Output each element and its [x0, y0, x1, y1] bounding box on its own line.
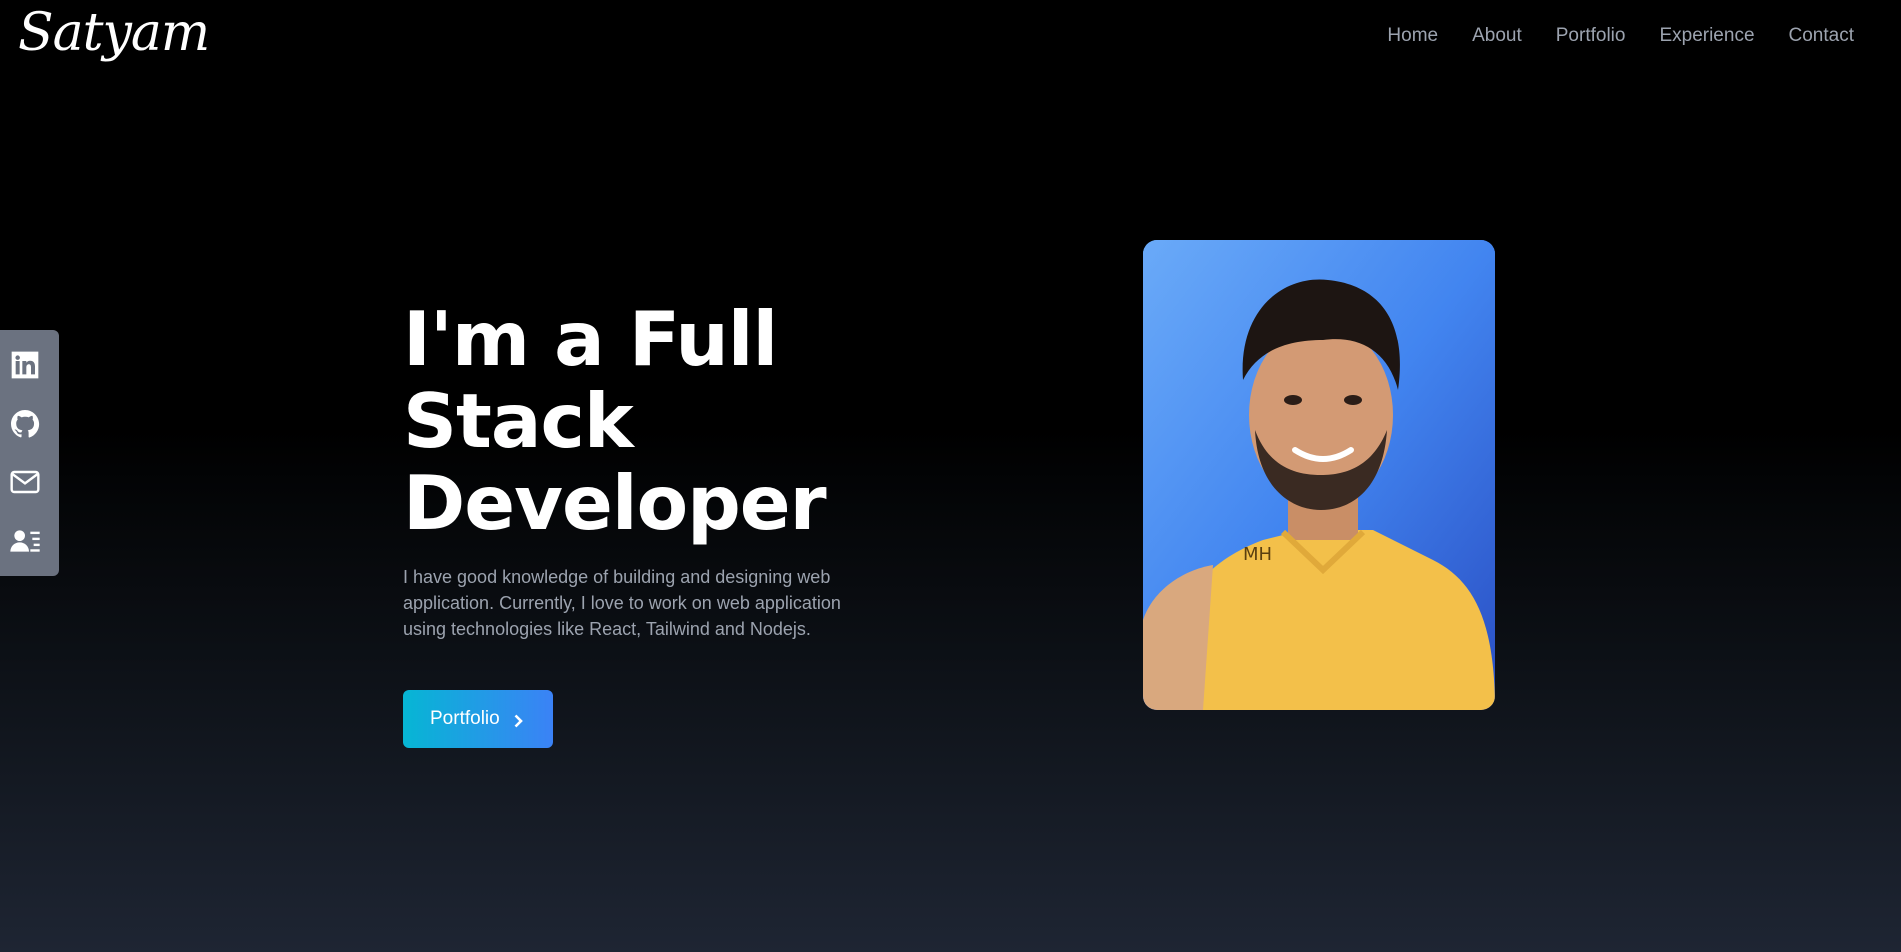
hero-section: I'm a Full Stack Developer I have good k… [403, 298, 1023, 748]
nav-item-experience[interactable]: Experience [1642, 22, 1771, 50]
navbar: Satyam Home About Portfolio Experience C… [0, 0, 1901, 72]
linkedin-link[interactable] [5, 345, 45, 385]
nav-item-portfolio[interactable]: Portfolio [1539, 22, 1643, 50]
nav-item-contact[interactable]: Contact [1772, 22, 1871, 50]
hero-description: I have good knowledge of building and de… [403, 567, 841, 639]
mail-icon [9, 471, 40, 494]
profile-illustration: MH [1143, 240, 1495, 710]
social-sidebar [0, 330, 59, 576]
chevron-right-icon [514, 714, 523, 727]
portfolio-button[interactable]: Portfolio [403, 690, 553, 748]
profile-photo: MH [1143, 240, 1495, 710]
github-link[interactable] [5, 404, 45, 444]
mail-link[interactable] [5, 462, 45, 502]
linkedin-icon [11, 351, 38, 379]
nav-item-about[interactable]: About [1455, 22, 1539, 50]
github-icon [10, 409, 39, 438]
portfolio-button-label: Portfolio [430, 708, 500, 729]
hero-title: I'm a Full Stack Developer [403, 295, 827, 547]
nav-item-home[interactable]: Home [1370, 22, 1455, 50]
svg-text:MH: MH [1243, 544, 1272, 565]
nav-links: Home About Portfolio Experience Contact [1370, 22, 1871, 50]
resume-icon [9, 530, 40, 552]
logo[interactable]: Satyam [18, 0, 210, 66]
resume-link[interactable] [5, 521, 45, 561]
